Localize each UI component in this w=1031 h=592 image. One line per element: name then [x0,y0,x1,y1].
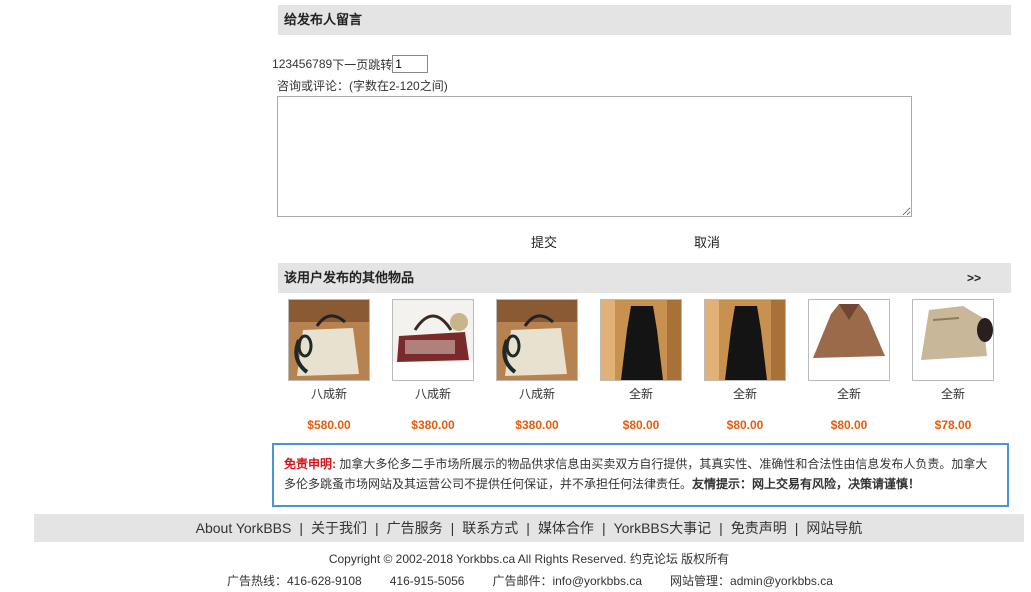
item-condition: 八成新 [518,387,555,401]
item-price: $80.00 [726,418,764,432]
cape-thumbnail[interactable] [808,299,890,381]
footer-link-about-us[interactable]: 关于我们 [311,520,367,536]
item-card[interactable]: 全新 $80.00 [704,299,786,432]
footer-separator: | [299,520,304,536]
other-items-title-text: 该用户发布的其他物品 [284,270,415,285]
footer-separator: | [450,520,455,536]
item-condition: 八成新 [310,387,347,401]
admin-email: 网站管理：admin@yorkbbs.ca [670,574,833,588]
item-condition: 全新 [628,387,653,401]
item-card[interactable]: 八成新 $580.00 [288,299,370,432]
pager-page-8[interactable]: 8 [319,57,326,71]
footer-link-about-yorkbbs[interactable]: About YorkBBS [196,520,292,536]
footer-separator: | [375,520,379,536]
item-price: $80.00 [622,418,660,432]
footer-link-media[interactable]: 媒体合作 [538,520,594,536]
submit-button[interactable]: 提交 [531,232,557,251]
item-condition: 全新 [836,387,861,401]
item-card[interactable]: 全新 $80.00 [808,299,890,432]
more-items-link[interactable]: >> [967,263,981,293]
pager-page-1[interactable]: 1 [272,57,279,71]
footer-link-ad-services[interactable]: 广告服务 [387,520,443,536]
footer-nav: About YorkBBS | 关于我们 | 广告服务 | 联系方式 | 媒体合作 | YorkBB… [34,514,1024,542]
pager-next-link[interactable]: 下一页 [332,56,368,73]
comment-label: 咨询或评论：(字数在2-120之间) [277,79,448,93]
comment-pager: 1 2 3 4 5 6 7 8 9 下一页 跳转 [272,55,429,73]
contact-info: 广告热线：416-628-9108 416-915-5056 广告邮件：info@y… [227,572,861,589]
copyright-text: Copyright © 2002-2018 Yorkbbs.ca All Rig… [328,552,730,566]
disclaimer-tip: 友情提示：网上交易有风险，决策请谨慎！ [692,477,921,491]
item-price: $380.00 [411,418,455,432]
pager-page-5[interactable]: 5 [299,57,306,71]
footer-separator: | [526,520,530,536]
pager-page-7[interactable]: 7 [312,57,319,71]
ad-email: 广告邮件：info@yorkbbs.ca [492,574,643,588]
item-condition: 全新 [940,387,965,401]
black-dress-thumbnail[interactable] [704,299,786,381]
pager-page-6[interactable]: 6 [305,57,312,71]
item-condition: 八成新 [414,387,451,401]
item-price: $380.00 [515,418,559,432]
pager-jump-label: 跳转 [368,57,393,72]
tote-bag-thumbnail[interactable] [288,299,370,381]
item-price: $78.00 [934,418,972,432]
pager-jump-input[interactable] [392,55,429,73]
item-card[interactable]: 全新 $78.00 [912,299,994,432]
other-items-title: 该用户发布的其他物品 >> [278,263,1011,293]
disclaimer-title: 免责申明: [284,457,336,471]
pager-page-2[interactable]: 2 [279,57,286,71]
comment-textarea[interactable] [277,96,912,217]
item-card[interactable]: 全新 $80.00 [600,299,682,432]
handbag-thumbnail[interactable] [392,299,474,381]
item-card[interactable]: 八成新 $380.00 [496,299,578,432]
message-section-title: 给发布人留言 [278,5,1011,35]
pager-page-3[interactable]: 3 [285,57,292,71]
footer-link-contact[interactable]: 联系方式 [462,520,518,536]
footer-separator: | [794,520,799,536]
ad-hotline-2: 416-915-5056 [389,574,465,588]
cancel-button[interactable]: 取消 [694,232,720,251]
item-condition: 全新 [732,387,757,401]
coat-thumbnail[interactable] [912,299,994,381]
pager-page-4[interactable]: 4 [292,57,299,71]
item-price: $580.00 [307,418,351,432]
tote-bag-thumbnail[interactable] [496,299,578,381]
ad-hotline: 广告热线：416-628-9108 [227,574,362,588]
pager-page-9[interactable]: 9 [326,57,333,71]
item-card[interactable]: 八成新 $380.00 [392,299,474,432]
footer-link-milestones[interactable]: YorkBBS大事记 [614,520,712,536]
item-price: $80.00 [830,418,868,432]
footer-separator: | [601,520,606,536]
other-items-list: 八成新 $580.00 八成新 $380.00 八成新 $380.00 全新 $… [288,299,998,439]
footer-link-disclaimer[interactable]: 免责声明 [731,520,787,536]
disclaimer-box: 免责申明: 加拿大多伦多二手市场所展示的物品供求信息由买卖双方自行提供，其真实性… [272,443,1009,507]
black-dress-thumbnail[interactable] [600,299,682,381]
message-section-title-text: 给发布人留言 [284,12,363,27]
footer-link-site-nav[interactable]: 网站导航 [806,520,862,536]
footer-separator: | [719,520,723,536]
